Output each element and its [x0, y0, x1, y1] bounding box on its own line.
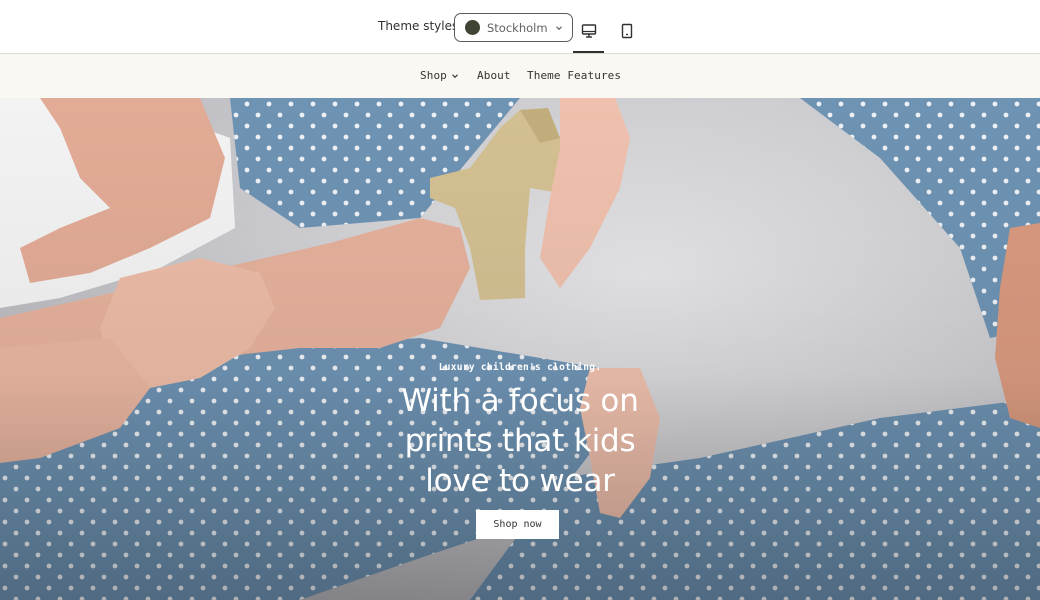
shop-now-button[interactable]: Shop now — [476, 510, 559, 539]
nav-item-about[interactable]: About — [477, 69, 511, 82]
theme-color-swatch — [465, 20, 480, 35]
theme-style-select[interactable]: Stockholm — [454, 13, 573, 42]
desktop-icon — [581, 24, 596, 38]
nav-item-theme-features[interactable]: Theme Features — [527, 69, 621, 82]
hero-title-line: With a focus on — [401, 383, 639, 419]
store-navigation: Shop About Theme Features — [0, 54, 1040, 98]
hero-banner: Luxury children's clothing. With a focus… — [0, 98, 1040, 600]
nav-item-label: Shop — [420, 69, 447, 82]
mobile-icon — [621, 23, 632, 39]
nav-item-label: About — [477, 69, 511, 82]
hero-title: With a focus on prints that kids love to… — [320, 381, 720, 501]
hero-title-line: love to wear — [425, 463, 615, 499]
hero-eyebrow: Luxury children's clothing. — [438, 362, 602, 373]
nav-item-label: Theme Features — [527, 69, 622, 82]
chevron-down-icon — [452, 73, 458, 78]
mobile-view-button[interactable] — [611, 13, 642, 49]
desktop-view-button[interactable] — [573, 13, 604, 49]
theme-styles-label: Theme styles — [378, 19, 459, 33]
chevron-down-icon — [556, 25, 562, 30]
preview-toolbar: Theme styles Stockholm — [0, 0, 1040, 54]
theme-select-value: Stockholm — [487, 20, 548, 35]
active-view-indicator — [573, 51, 604, 53]
hero-title-line: prints that kids — [404, 423, 636, 459]
nav-item-shop[interactable]: Shop — [420, 69, 459, 82]
